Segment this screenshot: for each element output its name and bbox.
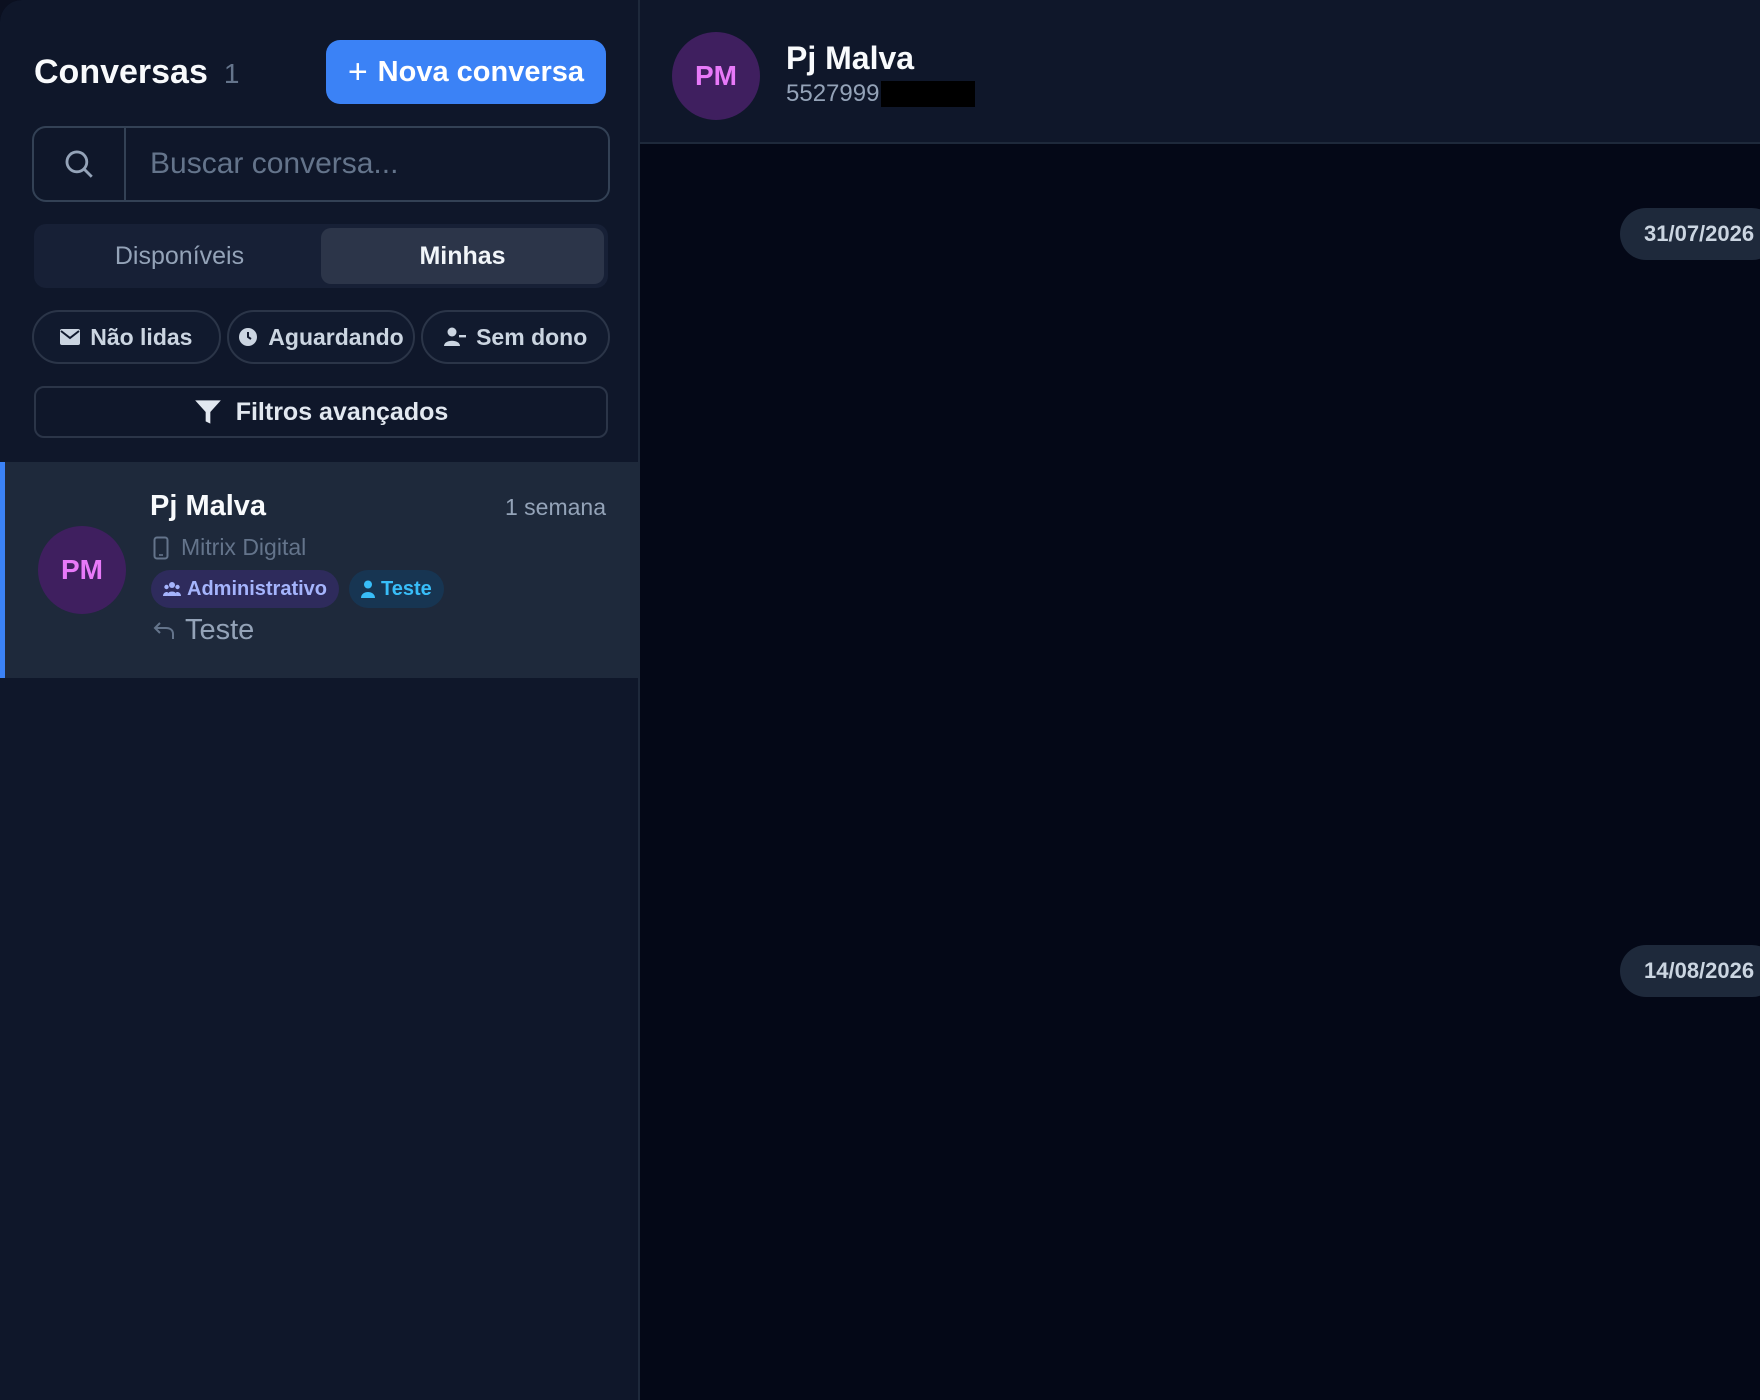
plus-icon: + — [347, 53, 368, 91]
user-icon — [361, 580, 376, 598]
conversations-sidebar: Conversas 1 + Nova conversa Disponíveis … — [0, 0, 640, 1400]
search-input[interactable] — [126, 128, 608, 200]
user-minus-icon — [444, 327, 467, 347]
chat-header: PM Pj Malva 5527999 — [640, 0, 1760, 144]
filter-unread-chip[interactable]: Não lidas — [32, 310, 221, 364]
quick-filters: Não lidas Aguardando Sem dono — [32, 310, 611, 364]
sidebar-title: Conversas — [34, 52, 208, 91]
phone-number: 5527999 — [786, 80, 880, 107]
conversation-name: Pj Malva — [150, 490, 267, 522]
new-conversation-label: Nova conversa — [377, 55, 584, 88]
user-tag-label: Teste — [381, 577, 432, 600]
chat-contact-phone: 5527999 — [786, 80, 976, 108]
phone-icon — [153, 536, 169, 560]
sidebar-header: Conversas 1 + Nova conversa — [34, 40, 606, 104]
sidebar-title-group: Conversas 1 — [34, 53, 239, 92]
conversation-channel: Mitrix Digital — [153, 534, 306, 561]
app-window: Conversas 1 + Nova conversa Disponíveis … — [0, 0, 1760, 1400]
envelope-icon — [60, 329, 81, 345]
department-tag-label: Administrativo — [187, 577, 328, 600]
tab-minhas[interactable]: Minhas — [321, 228, 604, 284]
filter-unread-label: Não lidas — [90, 323, 193, 350]
conversation-tags: Administrativo Teste — [151, 570, 444, 608]
conversation-time: 1 semana — [504, 494, 606, 520]
filter-waiting-label: Aguardando — [268, 323, 404, 350]
date-separator: 14/08/2026 — [1620, 945, 1760, 997]
channel-name: Mitrix Digital — [181, 534, 307, 560]
advanced-filters-button[interactable]: Filtros avançados — [34, 386, 608, 438]
search-box — [32, 126, 610, 202]
search-icon — [34, 128, 126, 200]
funnel-icon — [194, 398, 222, 426]
redaction-block — [881, 81, 976, 107]
avatar: PM — [672, 32, 760, 120]
reply-arrow-icon — [153, 621, 175, 641]
last-message-text: Teste — [185, 614, 255, 646]
advanced-filters-label: Filtros avançados — [235, 397, 449, 426]
avatar: PM — [38, 526, 126, 614]
last-message-preview: Teste — [153, 614, 254, 647]
chat-contact-name: Pj Malva — [786, 40, 915, 76]
clock-icon — [238, 327, 258, 347]
conversation-count: 1 — [223, 57, 240, 89]
tab-disponiveis[interactable]: Disponíveis — [38, 228, 321, 284]
user-tag: Teste — [349, 570, 444, 608]
date-separator: 31/07/2026 — [1620, 208, 1760, 260]
new-conversation-button[interactable]: + Nova conversa — [325, 40, 606, 104]
conversation-tabs: Disponíveis Minhas — [34, 224, 608, 288]
users-icon — [163, 581, 181, 597]
department-tag: Administrativo — [151, 570, 340, 608]
filter-unassigned-chip[interactable]: Sem dono — [421, 310, 611, 364]
filter-waiting-chip[interactable]: Aguardando — [226, 310, 416, 364]
conversation-item[interactable]: PM Pj Malva 1 semana Mitrix Digital Admi… — [0, 462, 638, 678]
filter-unassigned-label: Sem dono — [476, 323, 588, 350]
